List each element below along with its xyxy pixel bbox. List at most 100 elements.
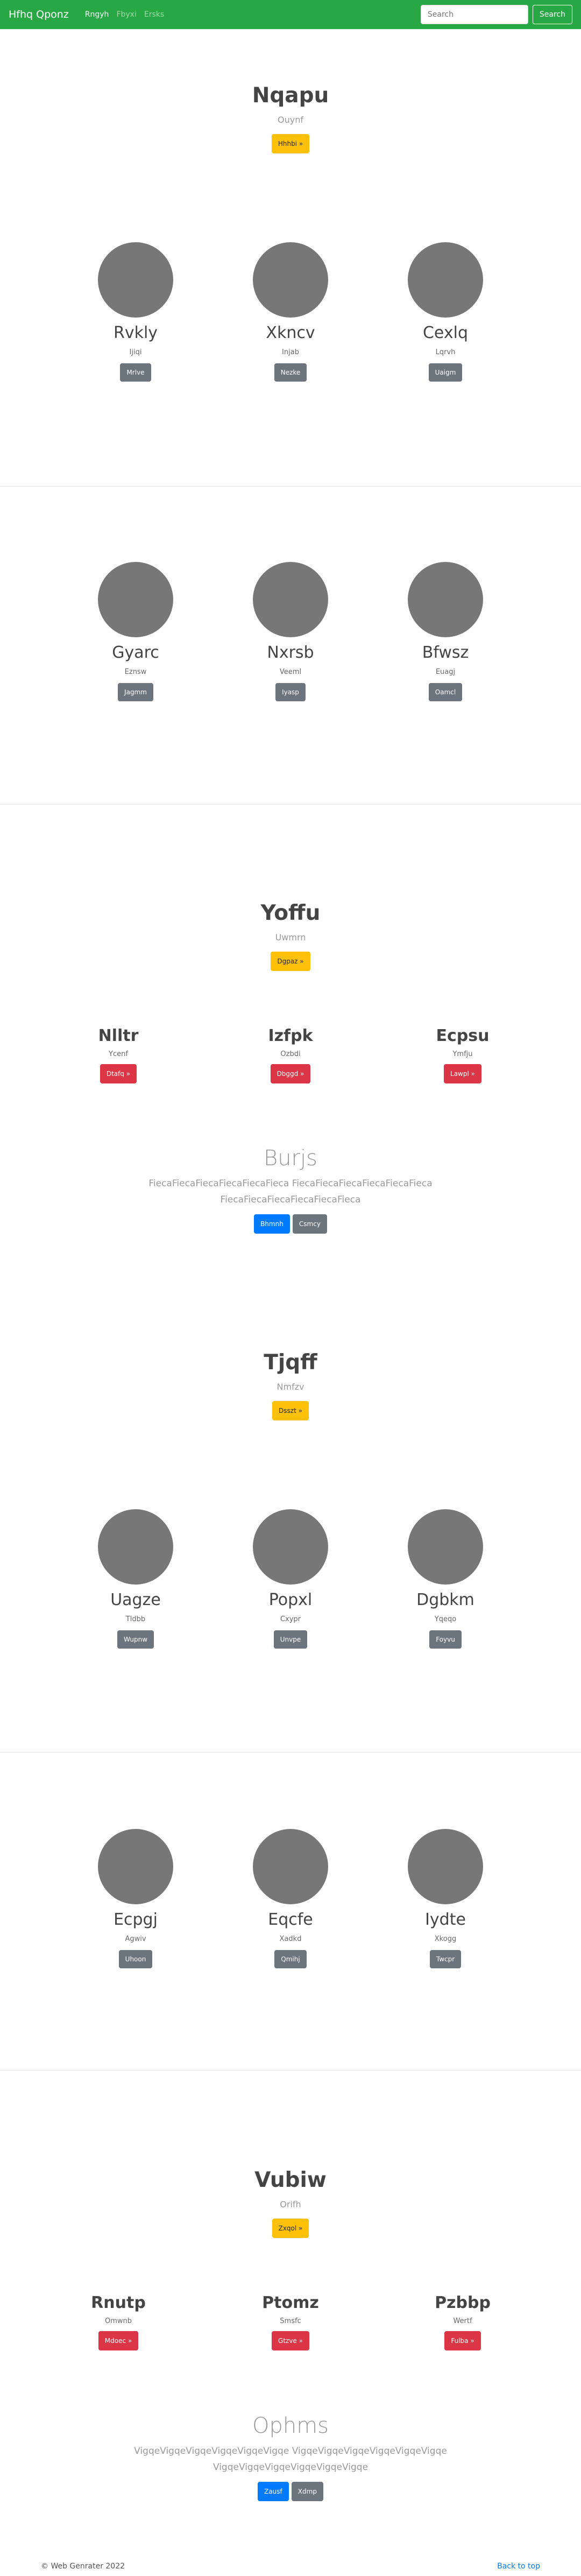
- member-name: Nxrsb: [267, 643, 314, 662]
- member-button[interactable]: Jagmm: [118, 683, 153, 701]
- member-subtitle: Veeml: [279, 668, 302, 676]
- back-to-top-link[interactable]: Back to top: [497, 2562, 540, 2571]
- hero-subtitle: Ouynf: [278, 115, 303, 125]
- team-card: Popxl Cxypr Unvpe: [204, 1509, 377, 1649]
- feature-secondary-button[interactable]: Xdmp: [291, 2482, 323, 2501]
- info-column: Izfpk Ozbdi Dbggd »: [204, 1028, 377, 1083]
- column-subtitle: Ycenf: [109, 1050, 128, 1058]
- navbar-search-form: Search: [420, 5, 572, 24]
- info-column: Nlltr Ycenf Dtafq »: [32, 1028, 204, 1083]
- search-button[interactable]: Search: [532, 5, 572, 24]
- hero-section-1: Nqapu Ouynf Hhhbi »: [0, 85, 581, 153]
- team-card: Ecpgj Agwiv Uhoon: [49, 1829, 222, 1968]
- feature-section-1: Burjs FiecaFiecaFiecaFiecaFiecaFieca Fie…: [0, 1148, 581, 1234]
- hero-section-2: Yoffu Uwmrn Dgpaz »: [0, 903, 581, 971]
- info-column: Ecpsu Ymfju Lawpl »: [377, 1028, 549, 1083]
- member-subtitle: Yqeqo: [434, 1615, 457, 1623]
- team-card: Bfwsz Euagj Oamcl: [359, 562, 532, 701]
- column-title: Rnutp: [91, 2293, 146, 2312]
- member-subtitle: Tldbb: [125, 1615, 146, 1623]
- member-name: Popxl: [268, 1590, 313, 1609]
- member-button[interactable]: Uaigm: [428, 363, 463, 382]
- column-title: Nlltr: [98, 1026, 139, 1045]
- feature-text: FiecaFiecaFiecaFiecaFiecaFieca FiecaFiec…: [148, 1178, 433, 1205]
- section-divider: [0, 486, 581, 487]
- member-button[interactable]: Qmihj: [274, 1950, 307, 1968]
- member-button[interactable]: Mrlve: [120, 363, 151, 382]
- member-name: Ecpgj: [114, 1910, 158, 1929]
- column-subtitle: Wertf: [453, 2317, 472, 2325]
- member-subtitle: Xadkd: [279, 1935, 302, 1943]
- search-input[interactable]: [420, 5, 528, 24]
- member-subtitle: Xkogg: [434, 1935, 457, 1943]
- hero-subtitle: Orifh: [280, 2199, 301, 2209]
- feature-title: Burjs: [264, 1146, 317, 1171]
- column-button[interactable]: Dbggd »: [270, 1064, 311, 1083]
- member-subtitle: Euagj: [435, 668, 456, 676]
- column-subtitle: Omwnb: [104, 2317, 132, 2325]
- member-name: Dgbkm: [416, 1590, 474, 1609]
- member-name: Eqcfe: [268, 1910, 313, 1929]
- team-card: Cexlq Lqrvh Uaigm: [359, 242, 532, 382]
- column-title: Ecpsu: [436, 1026, 490, 1045]
- column-button[interactable]: Mdoec »: [98, 2331, 139, 2350]
- member-name: Iydte: [425, 1910, 466, 1929]
- member-name: Uagze: [110, 1590, 161, 1609]
- hero-button[interactable]: Dsszt »: [272, 1401, 309, 1420]
- avatar: [98, 242, 173, 318]
- column-button[interactable]: Gtzve »: [272, 2331, 309, 2350]
- hero-title: Vubiw: [254, 2168, 327, 2192]
- avatar: [253, 1509, 328, 1585]
- navbar-brand[interactable]: Hfhq Qponz: [9, 9, 69, 20]
- hero-button[interactable]: Zxqol »: [272, 2219, 309, 2238]
- member-button[interactable]: Oamcl: [428, 683, 463, 701]
- hero-subtitle: Uwmrn: [275, 932, 306, 942]
- avatar: [408, 1829, 483, 1904]
- feature-text: VigqeVigqeVigqeVigqeVigqeVigqe VigqeVigq…: [134, 2446, 447, 2473]
- member-button[interactable]: Iyasp: [275, 683, 306, 701]
- section-divider: [0, 2070, 581, 2071]
- member-button[interactable]: Wupnw: [117, 1630, 154, 1649]
- member-subtitle: Eznsw: [124, 668, 147, 676]
- team-card: Gyarc Eznsw Jagmm: [49, 562, 222, 701]
- member-name: Xkncv: [266, 323, 315, 342]
- member-subtitle: Agwiv: [125, 1935, 146, 1943]
- nav-link-1[interactable]: Rngyh: [85, 10, 109, 19]
- hero-button[interactable]: Dgpaz »: [271, 952, 310, 971]
- avatar: [253, 242, 328, 318]
- member-subtitle: Lqrvh: [435, 348, 456, 356]
- hero-section-4: Vubiw Orifh Zxqol »: [0, 2170, 581, 2238]
- hero-button[interactable]: Hhhbi »: [271, 134, 310, 153]
- column-button[interactable]: Dtafq »: [100, 1064, 137, 1083]
- column-title: Pzbbp: [435, 2293, 491, 2312]
- nav-link-2[interactable]: Fbyxi: [116, 10, 136, 19]
- avatar: [408, 1509, 483, 1585]
- feature-primary-button[interactable]: Bhmnh: [254, 1214, 290, 1234]
- member-button[interactable]: Twcpr: [429, 1950, 462, 1968]
- member-button[interactable]: Unvpe: [273, 1630, 308, 1649]
- feature-section-2: Ophms VigqeVigqeVigqeVigqeVigqeVigqe Vig…: [0, 2415, 581, 2501]
- hero-title: Nqapu: [252, 83, 329, 108]
- nav-link-3[interactable]: Ersks: [144, 10, 164, 19]
- column-button[interactable]: Lawpl »: [444, 1064, 481, 1083]
- member-button[interactable]: Uhoon: [118, 1950, 153, 1968]
- member-button[interactable]: Nezke: [274, 363, 307, 382]
- avatar: [253, 1829, 328, 1904]
- feature-title: Ophms: [252, 2413, 329, 2438]
- footer-copyright: © Web Genrater 2022: [41, 2562, 125, 2571]
- avatar: [408, 562, 483, 637]
- member-subtitle: Injab: [282, 348, 299, 356]
- member-subtitle: Ijiqi: [129, 348, 142, 356]
- hero-title: Yoffu: [260, 901, 321, 925]
- avatar: [98, 1829, 173, 1904]
- section-divider: [0, 804, 581, 805]
- member-button[interactable]: Foyvu: [429, 1630, 462, 1649]
- member-name: Gyarc: [112, 643, 159, 662]
- column-button[interactable]: Fulba »: [444, 2331, 481, 2350]
- team-card: Iydte Xkogg Twcpr: [359, 1829, 532, 1968]
- navbar: Hfhq Qponz Rngyh Fbyxi Ersks Search: [0, 0, 581, 29]
- feature-secondary-button[interactable]: Csmcy: [292, 1214, 327, 1234]
- column-subtitle: Smsfc: [280, 2317, 301, 2325]
- info-column: Ptomz Smsfc Gtzve »: [204, 2295, 377, 2350]
- feature-primary-button[interactable]: Zausf: [258, 2482, 289, 2501]
